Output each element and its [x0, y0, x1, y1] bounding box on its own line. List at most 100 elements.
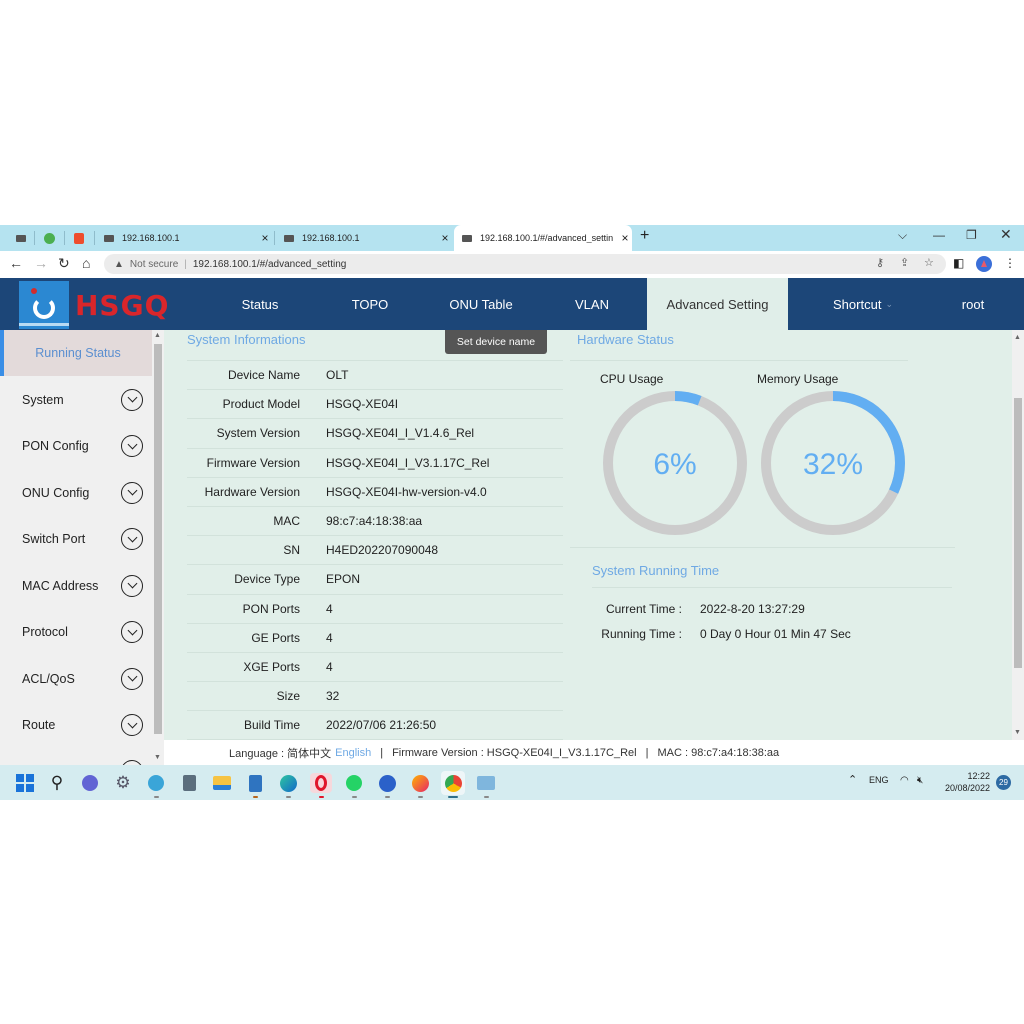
file-explorer-icon[interactable] — [212, 773, 232, 793]
browser-tab-2[interactable]: 192.168.100.1 × — [276, 225, 452, 251]
nav-vlan[interactable]: VLAN — [552, 278, 632, 330]
info-row-device-name: Device Name OLT — [187, 360, 563, 389]
language-english-link[interactable]: English — [335, 747, 371, 759]
set-device-name-button[interactable]: Set device name — [445, 330, 547, 354]
key-icon[interactable]: ⚷ — [876, 256, 884, 269]
whatsapp-icon[interactable] — [344, 773, 364, 793]
chevron-down-circle-icon[interactable] — [121, 528, 143, 550]
running-time-title: System Running Time — [592, 563, 720, 578]
nav-root-user[interactable]: root — [940, 278, 1006, 330]
pinned-tab-2[interactable] — [40, 230, 58, 246]
nav-onu-table[interactable]: ONU Table — [440, 278, 522, 330]
home-icon[interactable]: ⌂ — [82, 255, 90, 271]
teams-chat-icon[interactable] — [80, 773, 100, 793]
new-tab-button[interactable]: + — [640, 227, 649, 245]
close-tab-icon[interactable]: × — [438, 231, 452, 245]
paint-icon[interactable] — [146, 773, 166, 793]
close-tab-icon[interactable]: × — [258, 231, 272, 245]
tab-separator — [94, 231, 95, 245]
browser-tab-1[interactable]: 192.168.100.1 × — [96, 225, 272, 251]
chevron-down-circle-icon[interactable] — [121, 481, 143, 504]
notepad-icon[interactable] — [245, 773, 265, 793]
sidebar-item-mac-address[interactable]: MAC Address — [0, 563, 152, 609]
forward-icon[interactable]: → — [34, 255, 48, 271]
main-content: System Informations Set device name Devi… — [164, 330, 1012, 741]
sidebar-item-running-status[interactable]: Running Status — [0, 330, 152, 376]
sidebar-item-partial[interactable] — [0, 748, 152, 765]
current-time-value: 2022-8-20 13:27:29 — [700, 602, 805, 616]
security-label[interactable]: Not secure — [130, 259, 178, 270]
url-input[interactable]: ▲ Not secure | 192.168.100.1/#/advanced_… — [104, 254, 946, 274]
sidebar-item-onu-config[interactable]: ONU Config — [0, 470, 152, 516]
calculator-icon[interactable] — [179, 773, 199, 793]
system-info-title: System Informations — [187, 332, 306, 347]
sidebar-item-pon-config[interactable]: PON Config — [0, 423, 152, 469]
sidebar-scrollbar[interactable]: ▲ ▼ — [152, 330, 164, 765]
close-window-icon[interactable]: ✕ — [1000, 226, 1012, 243]
sidebar-item-switch-port[interactable]: Switch Port — [0, 516, 152, 562]
browser-tab-strip: 192.168.100.1 × 192.168.100.1 × 192.168.… — [0, 225, 1024, 251]
language-label[interactable]: Language : 简体中文 — [229, 745, 331, 761]
volume-muted-icon[interactable]: 🔇︎ — [917, 775, 923, 786]
main-scrollbar[interactable]: ▲ ▼ — [1012, 330, 1024, 740]
tray-overflow-chevron-icon[interactable]: ⌃ — [848, 773, 857, 786]
firefox-icon[interactable] — [410, 773, 430, 793]
tab-separator — [274, 231, 275, 245]
search-icon[interactable]: ⚲ — [47, 773, 67, 793]
back-icon[interactable]: ← — [9, 255, 23, 271]
app-globe-icon[interactable] — [377, 773, 397, 793]
sidebar-item-protocol[interactable]: Protocol — [0, 609, 152, 655]
chevron-down-circle-icon[interactable] — [121, 714, 143, 736]
menu-kebab-icon[interactable]: ⋮ — [1004, 256, 1016, 270]
minimize-icon[interactable]: — — [933, 228, 945, 242]
main-scroll-thumb[interactable] — [1014, 398, 1022, 668]
pinned-tab-3[interactable] — [70, 230, 88, 246]
start-icon[interactable] — [15, 773, 35, 793]
settings-icon[interactable]: ⚙ — [113, 773, 133, 793]
tab-search-chevron-icon[interactable]: ⌵ — [898, 228, 907, 243]
close-tab-icon[interactable]: × — [618, 231, 632, 245]
control-panel-icon[interactable] — [476, 773, 496, 793]
scroll-up-icon[interactable]: ▲ — [154, 332, 161, 339]
frog-app-icon — [43, 232, 55, 244]
chevron-down-circle-icon[interactable] — [121, 667, 143, 690]
browser-tab-3-active[interactable]: 192.168.100.1/#/advanced_settin × — [454, 225, 632, 251]
restore-icon[interactable]: ❐ — [966, 228, 977, 242]
scroll-down-icon[interactable]: ▼ — [1014, 729, 1021, 736]
sidebar-item-route[interactable]: Route — [0, 702, 152, 748]
nav-status[interactable]: Status — [220, 278, 300, 330]
nav-topo[interactable]: TOPO — [330, 278, 410, 330]
chevron-down-circle-icon[interactable] — [121, 621, 143, 643]
side-panel-icon[interactable]: ◧ — [953, 256, 964, 270]
reload-icon[interactable]: ↻ — [58, 255, 70, 272]
chrome-icon[interactable] — [441, 771, 465, 795]
chevron-down-circle-icon[interactable] — [121, 435, 143, 457]
nav-advanced-setting[interactable]: Advanced Setting — [647, 278, 788, 330]
info-row-system-version: System Version HSGQ-XE04I_I_V1.4.6_Rel — [187, 418, 563, 447]
notification-badge[interactable]: 29 — [996, 775, 1011, 790]
chevron-down-circle-icon[interactable] — [121, 388, 143, 411]
scroll-down-icon[interactable]: ▼ — [154, 754, 161, 761]
input-language[interactable]: ENG — [869, 775, 889, 785]
share-icon[interactable]: ⇪ — [900, 256, 909, 269]
wifi-icon[interactable]: ◠ — [900, 775, 909, 786]
clock-time: 12:22 — [967, 771, 990, 781]
url-text: 192.168.100.1/#/advanced_setting — [192, 258, 347, 270]
bookmark-star-icon[interactable]: ☆ — [924, 256, 934, 269]
profile-avatar[interactable] — [976, 256, 992, 272]
system-clock[interactable]: 12:22 20/08/2022 — [940, 770, 990, 794]
chevron-down-circle-icon[interactable] — [121, 574, 143, 597]
sidebar-scroll-thumb[interactable] — [154, 344, 162, 734]
sidebar-item-acl-qos[interactable]: ACL/QoS — [0, 656, 152, 702]
divider — [570, 360, 908, 361]
chevron-down-icon: ⌄ — [885, 298, 893, 309]
scroll-up-icon[interactable]: ▲ — [1014, 334, 1021, 341]
page-icon — [284, 234, 294, 242]
nav-shortcut[interactable]: Shortcut ⌄ — [820, 278, 906, 330]
pinned-tab-1[interactable] — [12, 230, 30, 246]
edge-icon[interactable] — [278, 773, 298, 793]
info-row-xge-ports: XGE Ports 4 — [187, 651, 563, 681]
sidebar-item-system[interactable]: System — [0, 377, 152, 423]
info-row-ge-ports: GE Ports 4 — [187, 622, 563, 652]
opera-icon[interactable] — [310, 773, 332, 793]
